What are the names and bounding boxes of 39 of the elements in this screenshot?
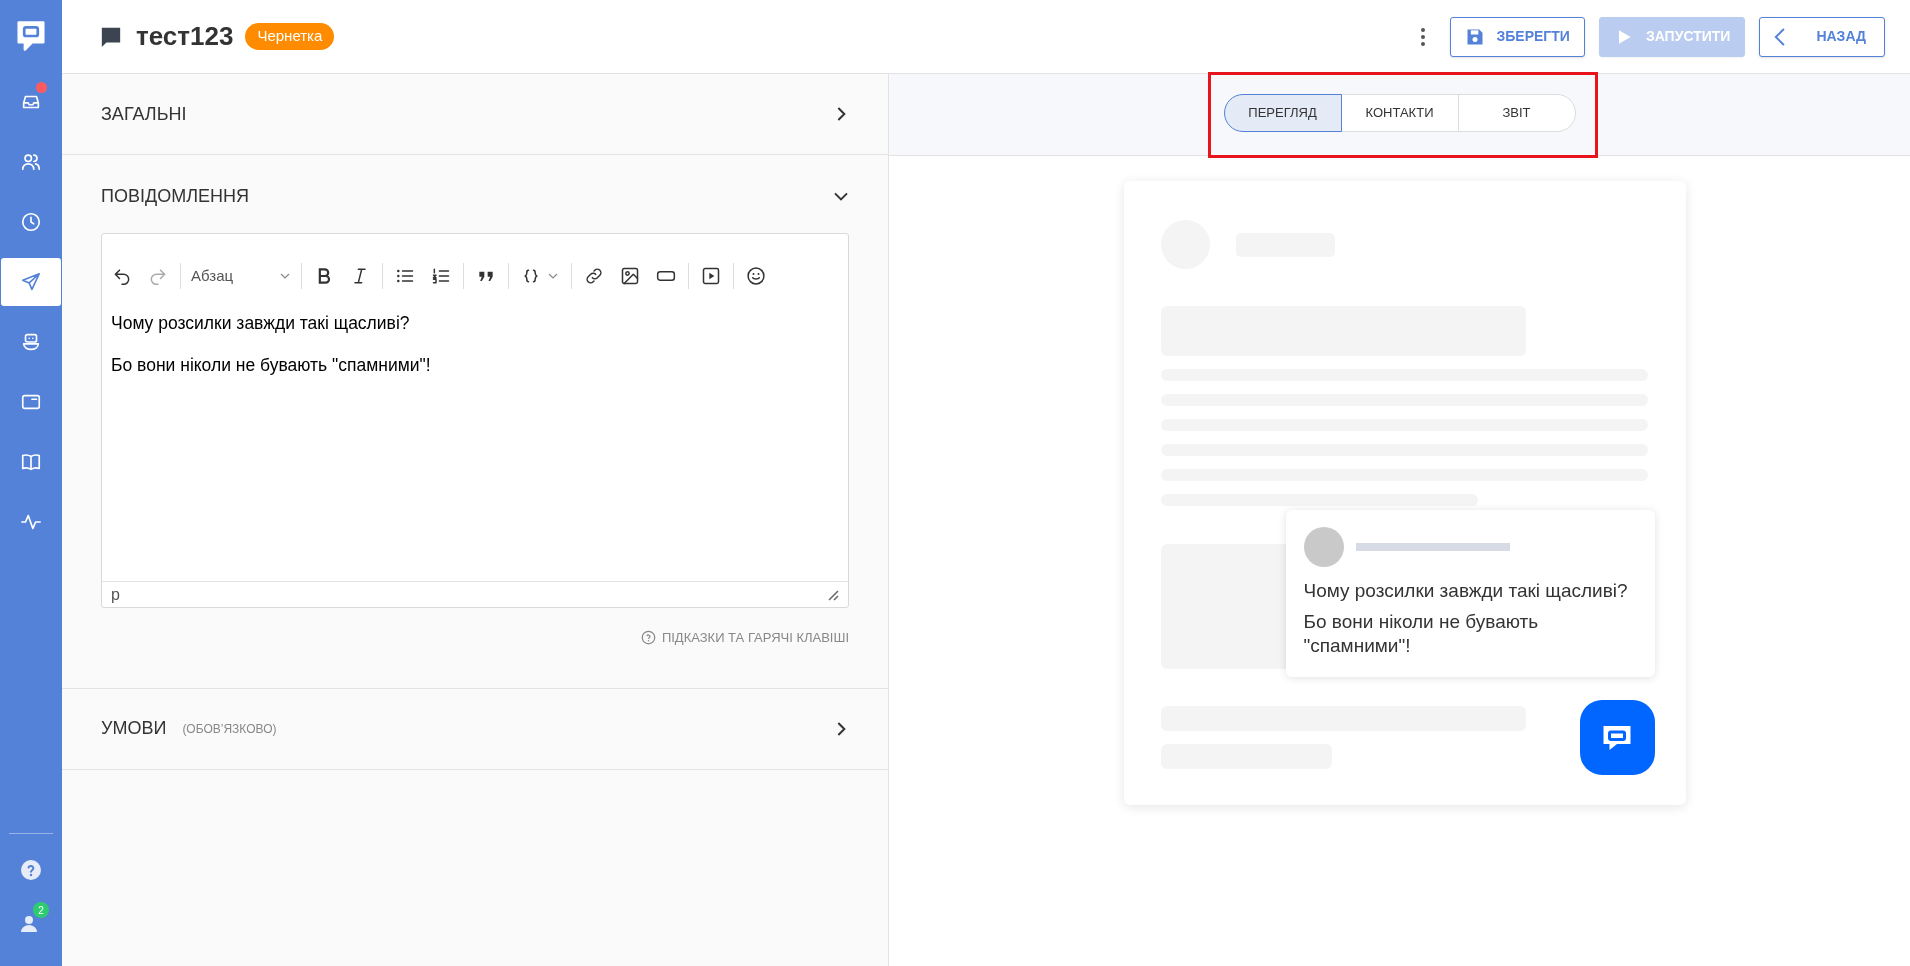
view-tab[interactable]: ПЕРЕГЛЯД xyxy=(1223,93,1342,132)
save-button[interactable]: ЗБЕРЕГТИ xyxy=(1449,16,1585,57)
resize-handle-icon[interactable] xyxy=(827,588,839,601)
section-header[interactable]: УМОВИ (ОБОВ’ЯЗКОВО) xyxy=(101,688,849,769)
help-icon xyxy=(640,630,656,646)
section-header[interactable]: ЗАГАЛЬНІ xyxy=(101,74,849,154)
redo-icon xyxy=(148,266,168,286)
rich-text-editor[interactable]: Абзац Чому розсилки завжди такі щасливі? Бо вони ніколи не бувають "спамними"! p xyxy=(101,233,849,608)
count-badge: 2 xyxy=(33,902,49,918)
element-path: p xyxy=(111,584,120,605)
editor-paragraph: Чому розсилки завжди такі щасливі? xyxy=(111,312,411,335)
link-icon xyxy=(584,266,604,286)
status-badge: Чернетка xyxy=(245,23,335,50)
image-icon xyxy=(620,266,640,286)
clock-icon xyxy=(20,211,42,233)
nav-item[interactable] xyxy=(1,258,61,306)
back-button[interactable]: НАЗАД xyxy=(1759,16,1885,57)
chat-bubble-icon xyxy=(100,25,122,48)
numbered-list-icon xyxy=(431,266,451,286)
more-options-icon[interactable] xyxy=(1419,26,1426,47)
users-icon xyxy=(20,151,42,173)
view-tab[interactable]: ЗВІТ xyxy=(1457,93,1576,132)
editor-paragraph: Бо вони ніколи не бувають "спамними"! xyxy=(111,354,432,378)
message-text: Чому розсилки завжди такі щасливі? xyxy=(1303,579,1629,603)
view-tab[interactable]: КОНТАКТИ xyxy=(1340,93,1459,132)
campaign-title: тест123 xyxy=(136,20,234,53)
smiley-icon xyxy=(746,266,766,286)
paragraph-style-dropdown[interactable]: Абзац xyxy=(189,264,293,288)
undo-icon xyxy=(112,266,132,286)
book-icon xyxy=(20,451,42,473)
robot-icon xyxy=(20,331,42,353)
send-icon xyxy=(20,271,42,293)
play-box-icon xyxy=(701,266,721,286)
section-header[interactable]: ПОВІДОМЛЕННЯ xyxy=(101,161,849,231)
message-text: Бо вони ніколи не бувають "спамними"! xyxy=(1303,609,1540,659)
chat-launcher-button[interactable] xyxy=(1579,700,1655,775)
sender-avatar xyxy=(1303,527,1344,567)
logo-icon xyxy=(16,20,46,52)
help-icon xyxy=(19,858,43,882)
